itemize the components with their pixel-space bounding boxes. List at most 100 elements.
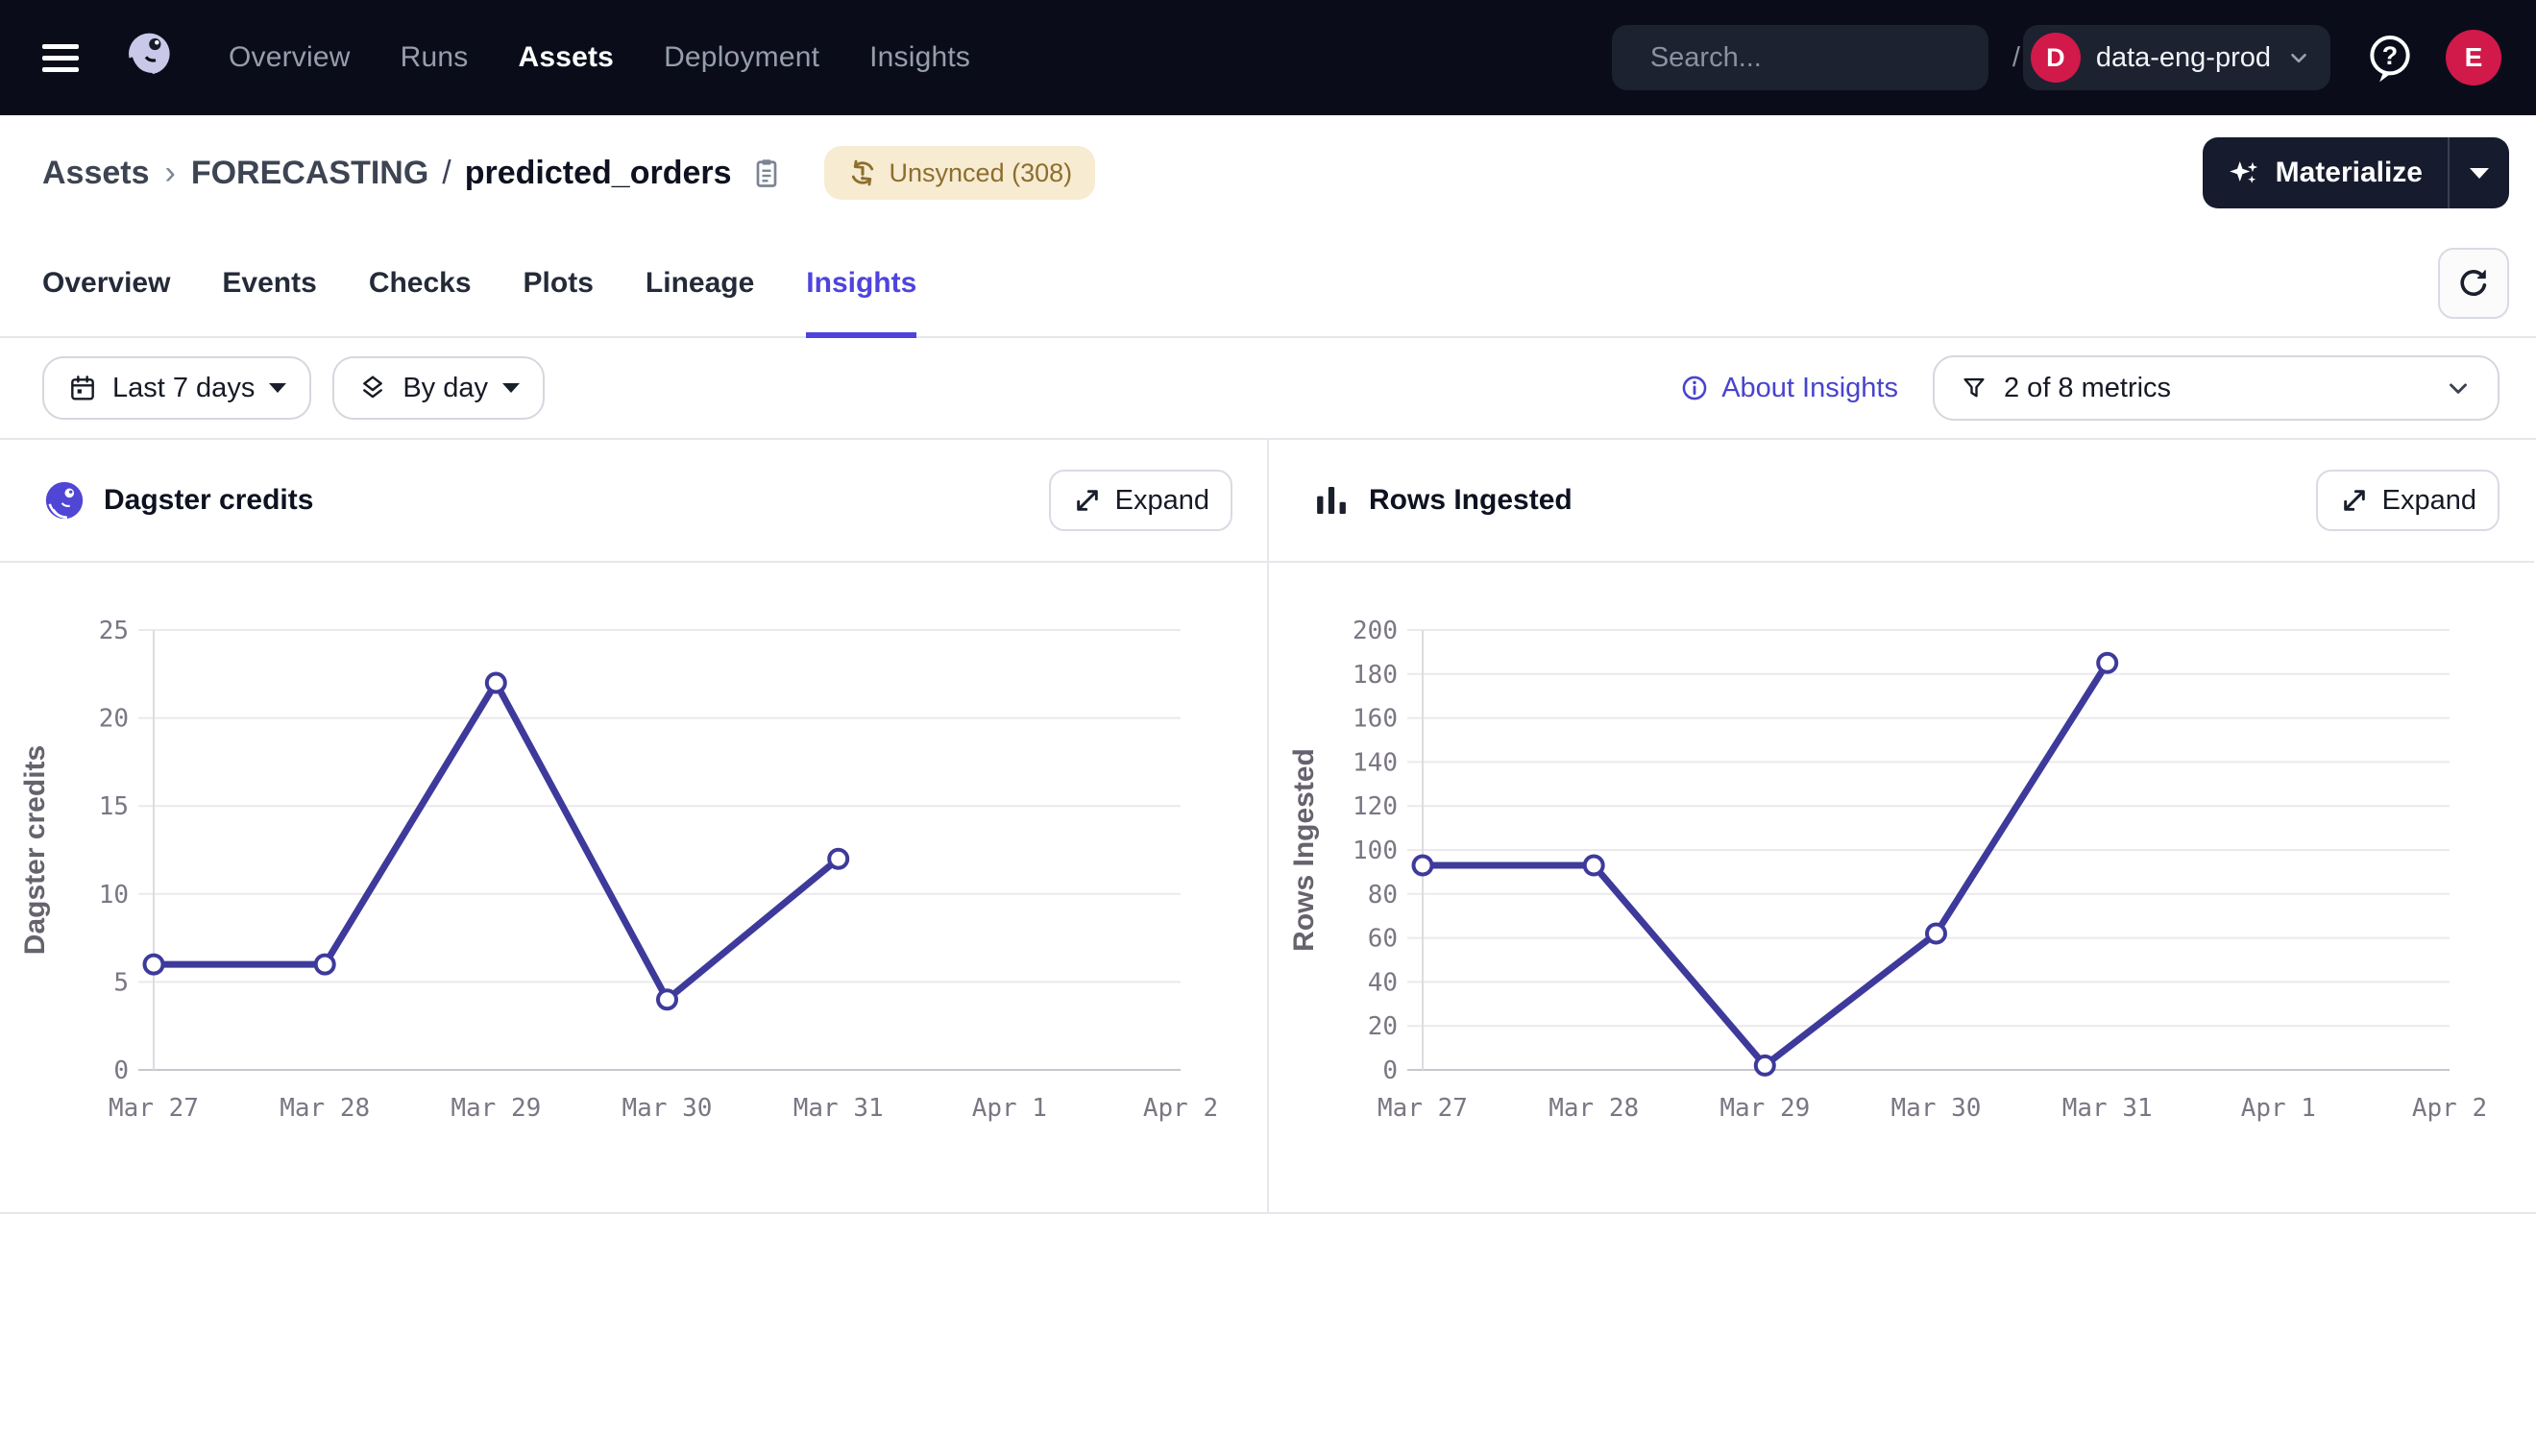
search-input[interactable] bbox=[1650, 42, 2012, 74]
svg-text:Mar 27: Mar 27 bbox=[1378, 1094, 1468, 1123]
svg-text:Apr 1: Apr 1 bbox=[2241, 1094, 2316, 1123]
bar-chart-icon bbox=[1311, 480, 1352, 521]
unsynced-badge[interactable]: Unsynced (308) bbox=[824, 146, 1096, 200]
materialize-button[interactable]: Materialize bbox=[2203, 137, 2450, 208]
svg-text:25: 25 bbox=[99, 617, 129, 645]
expand-icon bbox=[1072, 485, 1103, 516]
nav-right: / D data-eng-prod ? E bbox=[1612, 25, 2501, 90]
about-insights-label: About Insights bbox=[1721, 373, 1898, 404]
help-button[interactable]: ? bbox=[2363, 31, 2417, 85]
granularity-dropdown[interactable]: By day bbox=[332, 356, 545, 420]
svg-text:Apr 2: Apr 2 bbox=[1143, 1094, 1218, 1123]
breadcrumb-chevron: › bbox=[165, 155, 176, 192]
caret-down-icon bbox=[269, 383, 286, 393]
insights-charts: Dagster credits Expand 0 5 10 15 20 25 Mar 27 M… bbox=[0, 440, 2536, 1214]
materialize-label: Materialize bbox=[2276, 157, 2423, 189]
materialize-options-button[interactable] bbox=[2450, 137, 2509, 208]
copy-asset-name-button[interactable] bbox=[749, 156, 784, 190]
metrics-select-value: 2 of 8 metrics bbox=[2004, 373, 2171, 404]
nav-item-assets[interactable]: Assets bbox=[518, 41, 614, 74]
nav-item-insights[interactable]: Insights bbox=[869, 41, 970, 74]
svg-text:15: 15 bbox=[99, 792, 129, 821]
menu-icon[interactable] bbox=[42, 37, 85, 79]
svg-text:20: 20 bbox=[99, 705, 129, 734]
granularity-label: By day bbox=[402, 373, 488, 404]
svg-text:120: 120 bbox=[1353, 792, 1398, 821]
breadcrumb-assets-link[interactable]: Assets bbox=[42, 155, 150, 192]
asset-name: predicted_orders bbox=[465, 155, 732, 192]
tab-events[interactable]: Events bbox=[222, 231, 316, 336]
sparkles-icon bbox=[2228, 156, 2262, 190]
search-shortcut-hint: / bbox=[2012, 42, 2020, 74]
nav-item-deployment[interactable]: Deployment bbox=[664, 41, 819, 74]
page-header: Assets › FORECASTING / predicted_orders … bbox=[0, 115, 2536, 231]
svg-text:Mar 30: Mar 30 bbox=[1891, 1094, 1982, 1123]
svg-text:Mar 27: Mar 27 bbox=[109, 1094, 199, 1123]
metrics-select[interactable]: 2 of 8 metrics bbox=[1933, 355, 2499, 421]
date-range-label: Last 7 days bbox=[112, 373, 255, 404]
svg-text:0: 0 bbox=[113, 1056, 129, 1085]
dagster-credits-icon bbox=[42, 478, 86, 522]
svg-text:Mar 31: Mar 31 bbox=[793, 1094, 884, 1123]
dagster-credits-chart[interactable]: 0510152025Mar 27Mar 28Mar 29Mar 30Mar 31… bbox=[0, 563, 1267, 1212]
svg-text:0: 0 bbox=[1382, 1056, 1398, 1085]
caret-down-icon bbox=[502, 383, 520, 393]
svg-text:Mar 29: Mar 29 bbox=[1719, 1094, 1810, 1123]
tab-checks[interactable]: Checks bbox=[369, 231, 472, 336]
dagster-logo-icon[interactable] bbox=[117, 27, 179, 88]
asset-tabs: Overview Events Checks Plots Lineage Ins… bbox=[0, 231, 2536, 338]
refresh-button[interactable] bbox=[2438, 248, 2509, 319]
tab-lineage[interactable]: Lineage bbox=[646, 231, 754, 336]
svg-text:40: 40 bbox=[1368, 968, 1398, 997]
expand-dagster-credits-button[interactable]: Expand bbox=[1049, 470, 1232, 531]
sync-alert-icon bbox=[847, 158, 878, 188]
caret-down-icon bbox=[2470, 168, 2489, 179]
nav-item-runs[interactable]: Runs bbox=[401, 41, 469, 74]
expand-icon bbox=[2339, 485, 2370, 516]
chevron-down-icon bbox=[2286, 45, 2311, 70]
rows-ingested-header: Rows Ingested Expand bbox=[1269, 440, 2534, 563]
svg-text:Mar 28: Mar 28 bbox=[280, 1094, 370, 1123]
svg-text:Apr 1: Apr 1 bbox=[972, 1094, 1047, 1123]
insights-filters: Last 7 days By day About Insights 2 of 8… bbox=[0, 338, 2536, 440]
svg-text:Mar 31: Mar 31 bbox=[2062, 1094, 2153, 1123]
expand-label: Expand bbox=[1115, 485, 1209, 517]
deployment-name: data-eng-prod bbox=[2096, 42, 2271, 74]
top-nav: Overview Runs Assets Deployment Insights… bbox=[0, 0, 2536, 115]
svg-text:Apr 2: Apr 2 bbox=[2412, 1094, 2487, 1123]
info-icon bbox=[1679, 373, 1710, 403]
dagster-credits-header: Dagster credits Expand bbox=[0, 440, 1267, 563]
refresh-icon bbox=[2455, 265, 2492, 302]
search-box[interactable]: / bbox=[1612, 25, 1988, 90]
svg-text:Rows Ingested: Rows Ingested bbox=[1288, 748, 1320, 952]
about-insights-link[interactable]: About Insights bbox=[1679, 373, 1898, 404]
deployment-switcher[interactable]: D data-eng-prod bbox=[2023, 25, 2330, 90]
svg-text:80: 80 bbox=[1368, 881, 1398, 910]
filter-funnel-icon bbox=[1960, 374, 1988, 402]
tab-insights[interactable]: Insights bbox=[806, 231, 916, 336]
svg-text:10: 10 bbox=[99, 881, 129, 910]
svg-text:60: 60 bbox=[1368, 925, 1398, 954]
svg-text:100: 100 bbox=[1353, 837, 1398, 865]
svg-text:Mar 29: Mar 29 bbox=[451, 1094, 541, 1123]
layers-icon bbox=[357, 373, 388, 403]
user-avatar[interactable]: E bbox=[2446, 30, 2501, 85]
clipboard-icon bbox=[749, 156, 784, 190]
svg-text:Dagster credits: Dagster credits bbox=[19, 745, 51, 955]
nav-item-overview[interactable]: Overview bbox=[229, 41, 351, 74]
breadcrumb-group-link[interactable]: FORECASTING bbox=[191, 155, 428, 192]
svg-text:180: 180 bbox=[1353, 661, 1398, 690]
date-range-dropdown[interactable]: Last 7 days bbox=[42, 356, 311, 420]
svg-text:5: 5 bbox=[113, 968, 129, 997]
rows-ingested-panel: Rows Ingested Expand 0204060801001201401… bbox=[1267, 440, 2534, 1212]
materialize-split-button: Materialize bbox=[2203, 137, 2509, 208]
expand-rows-ingested-button[interactable]: Expand bbox=[2316, 470, 2499, 531]
svg-text:160: 160 bbox=[1353, 705, 1398, 734]
tab-plots[interactable]: Plots bbox=[524, 231, 594, 336]
nav-links: Overview Runs Assets Deployment Insights bbox=[229, 41, 970, 74]
chevron-down-icon bbox=[2444, 374, 2473, 402]
help-icon: ? bbox=[2363, 31, 2417, 85]
svg-text:Mar 28: Mar 28 bbox=[1548, 1094, 1639, 1123]
rows-ingested-chart[interactable]: 020406080100120140160180200Mar 27Mar 28M… bbox=[1269, 563, 2536, 1212]
tab-overview[interactable]: Overview bbox=[42, 231, 170, 336]
